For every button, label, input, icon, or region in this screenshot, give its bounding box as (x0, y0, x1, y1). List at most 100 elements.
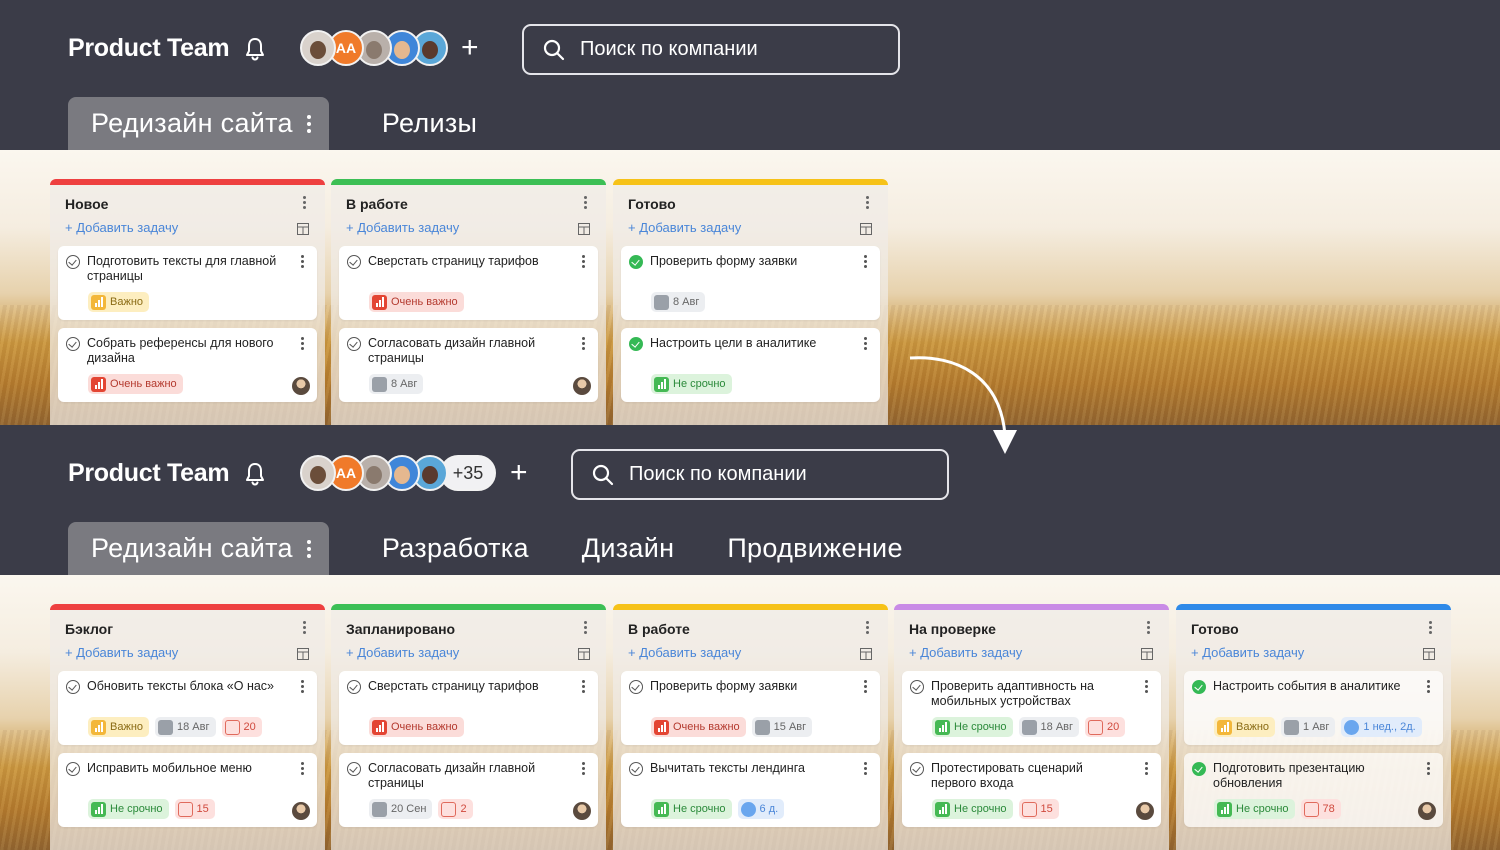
complete-checkbox[interactable] (1192, 680, 1206, 694)
column-menu-icon[interactable] (1147, 621, 1151, 634)
priority-tag[interactable]: Очень важно (369, 717, 464, 737)
tab-2[interactable]: Разработка (382, 533, 529, 564)
task-menu-icon[interactable] (864, 337, 867, 350)
priority-tag[interactable]: Важно (88, 717, 150, 737)
search-box[interactable] (571, 449, 949, 500)
complete-checkbox[interactable] (66, 255, 80, 269)
task-card[interactable]: Обновить тексты блока «О нас» Важно 18 Авг… (58, 671, 317, 745)
task-card[interactable]: Настроить цели в аналитике Не срочно (621, 328, 880, 402)
task-menu-icon[interactable] (301, 337, 304, 350)
comments-tag[interactable]: 78 (1300, 799, 1341, 819)
avatar[interactable] (300, 30, 336, 66)
task-card[interactable]: Вычитать тексты лендинга Не срочно 6 д. (621, 753, 880, 827)
task-menu-icon[interactable] (582, 680, 585, 693)
task-menu-icon[interactable] (582, 255, 585, 268)
add-task-button[interactable]: + Добавить задачу (65, 220, 178, 235)
task-card[interactable]: Согласовать дизайн главной страницы 8 Авг (339, 328, 598, 402)
layout-icon[interactable] (860, 222, 872, 235)
task-card[interactable]: Проверить адаптивность на мобильных устр… (902, 671, 1161, 745)
priority-tag[interactable]: Не срочно (651, 374, 732, 394)
tab-4[interactable]: Продвижение (727, 533, 902, 564)
priority-tag[interactable]: Не срочно (651, 799, 732, 819)
complete-checkbox[interactable] (66, 337, 80, 351)
task-card[interactable]: Сверстать страницу тарифов Очень важно (339, 671, 598, 745)
complete-checkbox[interactable] (347, 762, 361, 776)
member-avatars[interactable]: AA +35 (300, 455, 496, 495)
layout-icon[interactable] (1423, 647, 1435, 660)
more-members-count[interactable]: +35 (440, 455, 496, 491)
priority-tag[interactable]: Не срочно (932, 799, 1013, 819)
add-task-button[interactable]: + Добавить задачу (1191, 645, 1304, 660)
complete-checkbox[interactable] (629, 762, 643, 776)
comments-tag[interactable]: 20 (1085, 717, 1126, 737)
assignee-avatar[interactable] (573, 377, 591, 395)
avatar[interactable] (300, 455, 336, 491)
layout-icon[interactable] (297, 222, 309, 235)
priority-tag[interactable]: Не срочно (1214, 799, 1295, 819)
priority-tag[interactable]: Не срочно (932, 717, 1013, 737)
task-menu-icon[interactable] (1145, 762, 1148, 775)
tab-2[interactable]: Релизы (382, 108, 477, 139)
priority-tag[interactable]: Очень важно (369, 292, 464, 312)
assignee-avatar[interactable] (1418, 802, 1436, 820)
task-card[interactable]: Проверить форму заявки 8 Авг (621, 246, 880, 320)
task-menu-icon[interactable] (582, 337, 585, 350)
time-tag[interactable]: 6 д. (737, 799, 785, 819)
time-tag[interactable]: 1 нед., 2д. (1341, 717, 1422, 737)
complete-checkbox[interactable] (910, 680, 924, 694)
date-tag[interactable]: 8 Авг (369, 374, 424, 394)
tab-1[interactable]: Редизайн сайта (68, 522, 329, 575)
add-task-button[interactable]: + Добавить задачу (628, 645, 741, 660)
tab-3[interactable]: Дизайн (582, 533, 675, 564)
complete-checkbox[interactable] (66, 762, 80, 776)
task-menu-icon[interactable] (301, 255, 304, 268)
priority-tag[interactable]: Очень важно (88, 374, 183, 394)
member-avatars[interactable]: AA (300, 30, 448, 70)
complete-checkbox[interactable] (910, 762, 924, 776)
comments-tag[interactable]: 20 (221, 717, 262, 737)
priority-tag[interactable]: Важно (88, 292, 150, 312)
priority-tag[interactable]: Важно (1214, 717, 1276, 737)
search-input[interactable] (580, 38, 880, 61)
comments-tag[interactable]: 2 (438, 799, 473, 819)
date-tag[interactable]: 18 Авг (155, 717, 216, 737)
bell-icon[interactable] (244, 461, 266, 487)
complete-checkbox[interactable] (629, 255, 643, 269)
task-menu-icon[interactable] (582, 762, 585, 775)
task-menu-icon[interactable] (301, 680, 304, 693)
complete-checkbox[interactable] (347, 337, 361, 351)
date-tag[interactable]: 1 Авг (1281, 717, 1336, 737)
assignee-avatar[interactable] (292, 377, 310, 395)
priority-tag[interactable]: Очень важно (651, 717, 746, 737)
tab-menu-icon[interactable] (306, 114, 311, 133)
column-menu-icon[interactable] (866, 196, 870, 209)
complete-checkbox[interactable] (347, 255, 361, 269)
task-menu-icon[interactable] (1427, 680, 1430, 693)
add-task-button[interactable]: + Добавить задачу (346, 220, 459, 235)
task-card[interactable]: Подготовить тексты для главной страницы В… (58, 246, 317, 320)
layout-icon[interactable] (578, 222, 590, 235)
column-menu-icon[interactable] (303, 196, 307, 209)
date-tag[interactable]: 15 Авг (751, 717, 813, 737)
complete-checkbox[interactable] (347, 680, 361, 694)
add-task-button[interactable]: + Добавить задачу (346, 645, 459, 660)
task-menu-icon[interactable] (1145, 680, 1148, 693)
task-card[interactable]: Подготовить презентацию обновления Не сро… (1184, 753, 1443, 827)
date-tag[interactable]: 20 Сен (369, 799, 433, 819)
assignee-avatar[interactable] (1136, 802, 1154, 820)
add-member-button[interactable]: + (461, 32, 479, 64)
task-menu-icon[interactable] (301, 762, 304, 775)
complete-checkbox[interactable] (629, 680, 643, 694)
complete-checkbox[interactable] (629, 337, 643, 351)
date-tag[interactable]: 18 Авг (1018, 717, 1080, 737)
layout-icon[interactable] (578, 647, 590, 660)
add-task-button[interactable]: + Добавить задачу (628, 220, 741, 235)
task-menu-icon[interactable] (864, 255, 867, 268)
layout-icon[interactable] (297, 647, 309, 660)
add-task-button[interactable]: + Добавить задачу (909, 645, 1022, 660)
task-card[interactable]: Проверить форму заявки Очень важно 15 Авг (621, 671, 880, 745)
column-menu-icon[interactable] (303, 621, 307, 634)
tab-menu-icon[interactable] (306, 539, 311, 558)
column-menu-icon[interactable] (1429, 621, 1433, 634)
tab-1[interactable]: Редизайн сайта (68, 97, 329, 150)
